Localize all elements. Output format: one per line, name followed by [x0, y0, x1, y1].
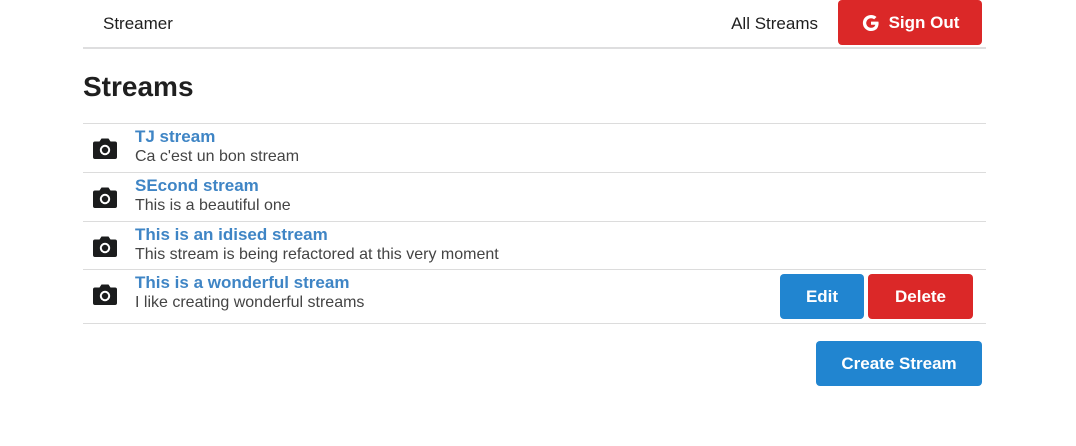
list-item: This is an idised stream This stream is … [83, 222, 986, 270]
create-stream-button[interactable]: Create Stream [816, 341, 982, 386]
camera-icon [93, 284, 117, 305]
stream-title[interactable]: This is a wonderful stream [135, 273, 349, 293]
streams-list: TJ stream Ca c'est un bon stream SEcond … [83, 123, 986, 324]
stream-title[interactable]: SEcond stream [135, 176, 259, 196]
delete-button[interactable]: Delete [868, 274, 973, 319]
stream-title[interactable]: TJ stream [135, 127, 215, 147]
brand-link[interactable]: Streamer [103, 14, 173, 34]
stream-description: I like creating wonderful streams [135, 294, 365, 311]
sign-out-label: Sign Out [888, 12, 960, 32]
list-item: SEcond stream This is a beautiful one [83, 173, 986, 222]
camera-icon [93, 138, 117, 159]
top-menu: Streamer All Streams Sign Out [83, 0, 986, 49]
sign-out-button[interactable]: Sign Out [838, 0, 982, 45]
stream-title[interactable]: This is an idised stream [135, 225, 328, 245]
list-item: This is a wonderful stream I like creati… [83, 270, 986, 324]
all-streams-link[interactable]: All Streams [731, 14, 818, 34]
stream-description: This stream is being refactored at this … [135, 246, 499, 263]
app-container: Streamer All Streams Sign Out Streams TJ… [83, 0, 986, 386]
stream-description: This is a beautiful one [135, 197, 291, 214]
stream-description: Ca c'est un bon stream [135, 148, 300, 165]
camera-icon [93, 187, 117, 208]
google-icon [862, 14, 879, 31]
edit-button[interactable]: Edit [780, 274, 864, 319]
camera-icon [93, 236, 117, 257]
list-item: TJ stream Ca c'est un bon stream [83, 124, 986, 173]
page-title: Streams [83, 71, 194, 102]
